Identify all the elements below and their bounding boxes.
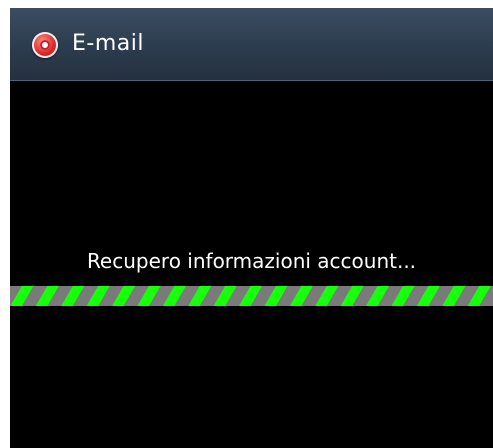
status-message: Recupero informazioni account... — [86, 249, 417, 273]
screen: E-mail Recupero informazioni account... — [10, 8, 493, 448]
title-bar: E-mail — [10, 8, 493, 81]
email-app-icon — [32, 32, 58, 58]
progress-fill — [10, 286, 493, 306]
app-title: E-mail — [72, 31, 144, 56]
progress-bar — [10, 286, 493, 306]
